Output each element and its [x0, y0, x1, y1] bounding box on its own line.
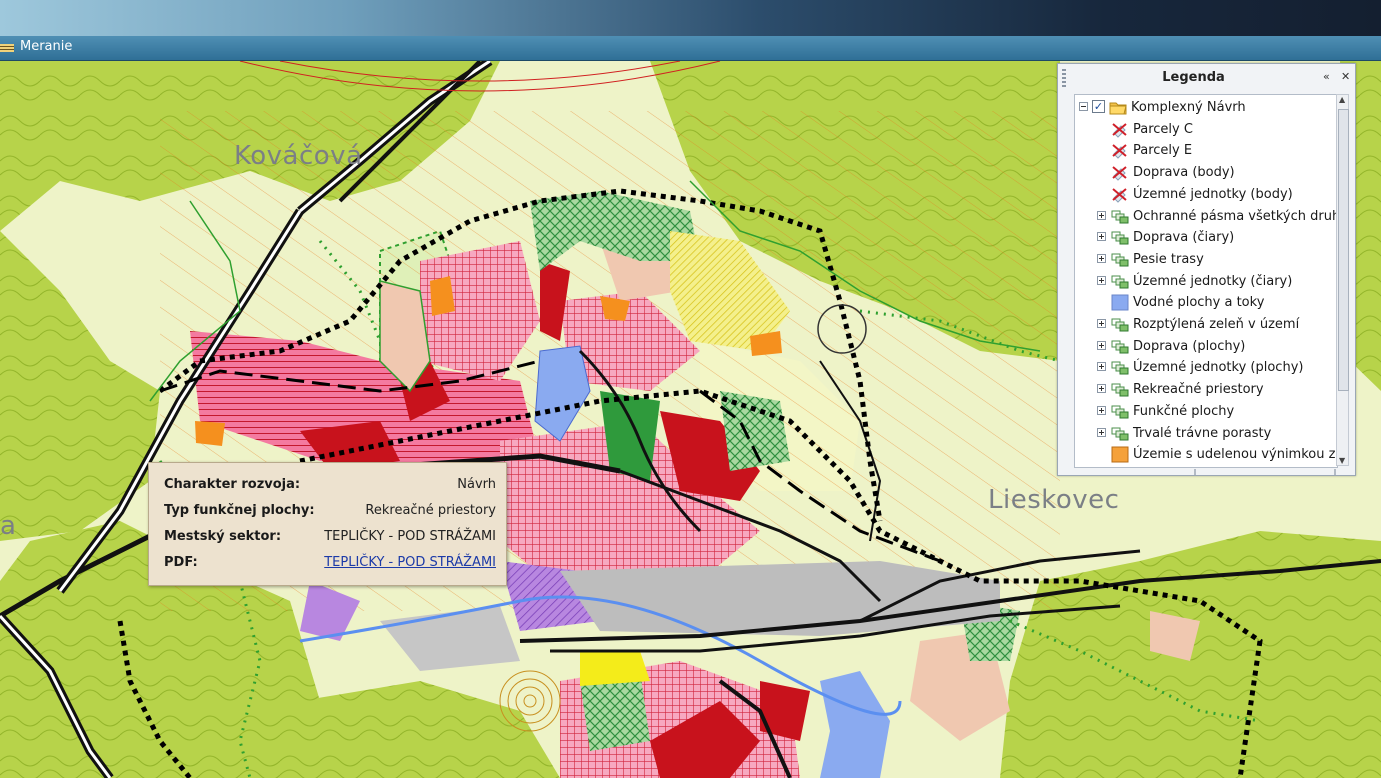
legend-item[interactable]: Vodné plochy a toky [1075, 292, 1337, 313]
expand-toggle-icon[interactable] [1097, 340, 1106, 350]
pdf-link[interactable]: TEPLIČKY - POD STRÁŽAMI [324, 555, 496, 570]
legend-scrollbar[interactable]: ▲ ▼ [1336, 94, 1349, 466]
expand-toggle-icon[interactable] [1097, 362, 1106, 372]
folder-icon [1109, 99, 1127, 116]
legend-item[interactable]: Ochranné pásma všetkých druhov [1075, 206, 1337, 227]
legend-item-label: Parcely C [1133, 121, 1193, 137]
legend-item[interactable]: ✓ Komplexný Návrh [1075, 97, 1337, 118]
legend-item-label: Územné jednotky (plochy) [1133, 360, 1304, 376]
layer-group-icon [1111, 251, 1129, 268]
popup-label: Charakter rozvoja: [164, 477, 301, 492]
legend-item-label: Trvalé trávne porasty [1133, 425, 1272, 441]
water-swatch-icon [1111, 294, 1129, 311]
expand-toggle-icon[interactable] [1097, 405, 1106, 415]
popup-value: Rekreačné priestory [365, 503, 496, 518]
checkbox-icon[interactable]: ✓ [1092, 100, 1105, 113]
legend-item-label: Doprava (body) [1133, 165, 1235, 181]
legend-item[interactable]: Pesie trasy [1075, 249, 1337, 270]
popup-row-development: Charakter rozvoja: Návrh [164, 477, 496, 495]
feature-info-popup: Charakter rozvoja: Návrh Typ funkčnej pl… [148, 462, 507, 586]
legend-item[interactable]: Parcely C [1075, 119, 1337, 140]
layer-disabled-icon [1111, 164, 1129, 181]
expand-toggle-icon[interactable] [1097, 319, 1106, 328]
legend-header[interactable]: Legenda « ✕ [1058, 64, 1355, 92]
expand-toggle-icon[interactable] [1097, 253, 1106, 263]
legend-item[interactable]: Rozptýlená zeleň v území [1075, 314, 1337, 335]
legend-item-label: Komplexný Návrh [1131, 100, 1246, 115]
scrollbar-thumb[interactable] [1338, 109, 1349, 391]
legend-item-label: Ochranné pásma všetkých druhov [1133, 208, 1338, 224]
measure-window-titlebar[interactable]: Meranie [0, 36, 1381, 61]
legend-item-label: Rekreačné priestory [1133, 382, 1264, 398]
legend-item[interactable]: Doprava (čiary) [1075, 227, 1337, 248]
legend-item-label: Územné jednotky (body) [1133, 186, 1293, 202]
town-label-partial: a [0, 511, 17, 541]
legend-item-label: Parcely E [1133, 143, 1193, 159]
legend-item[interactable]: Parcely E [1075, 140, 1337, 161]
close-icon[interactable]: ✕ [1341, 70, 1350, 83]
exception-swatch-icon [1111, 446, 1129, 463]
scroll-down-icon[interactable]: ▼ [1339, 456, 1345, 465]
layer-group-icon [1111, 229, 1129, 246]
legend-item[interactable]: Územné jednotky (čiary) [1075, 271, 1337, 292]
layer-group-icon [1111, 381, 1129, 398]
popup-row-pdf: PDF: TEPLIČKY - POD STRÁŽAMI [164, 555, 496, 573]
layer-disabled-icon [1111, 121, 1129, 138]
legend-item-label: Územie s udelenou výnimkou z uzávery [1133, 447, 1337, 463]
legend-panel: Legenda « ✕ ✓ Komplexný Návrh Parcely C Par… [1057, 63, 1356, 476]
legend-item-label: Doprava (plochy) [1133, 338, 1246, 354]
layer-disabled-icon [1111, 186, 1129, 203]
popup-row-sector: Mestský sektor: TEPLIČKY - POD STRÁŽAMI [164, 529, 496, 547]
popup-value: Návrh [457, 477, 496, 492]
expand-toggle-icon[interactable] [1097, 427, 1106, 437]
ruler-icon [0, 44, 14, 52]
legend-item-label: Pesie trasy [1133, 251, 1204, 267]
collapse-toggle-icon[interactable] [1079, 102, 1088, 111]
layer-group-icon [1111, 359, 1129, 376]
window-title: Meranie [20, 39, 73, 54]
expand-toggle-icon[interactable] [1097, 384, 1106, 394]
town-label-kovacova: Kováčová [234, 141, 363, 171]
expand-toggle-icon[interactable] [1097, 232, 1106, 242]
legend-title: Legenda [1162, 70, 1225, 85]
expand-toggle-icon[interactable] [1097, 210, 1106, 220]
legend-item[interactable]: Doprava (plochy) [1075, 336, 1337, 357]
legend-item[interactable]: Rekreačné priestory [1075, 379, 1337, 400]
layer-disabled-icon [1111, 142, 1129, 160]
popup-label: PDF: [164, 555, 198, 570]
collapse-icon[interactable]: « [1323, 70, 1330, 83]
legend-item[interactable]: Územie s udelenou výnimkou z uzávery [1075, 444, 1337, 465]
desktop-top-bar [0, 0, 1381, 36]
legend-tree[interactable]: ✓ Komplexný Návrh Parcely C Parcely E Doprav… [1074, 94, 1338, 468]
legend-item-label: Doprava (čiary) [1133, 230, 1235, 246]
layer-group-icon [1111, 403, 1129, 420]
legend-item[interactable]: Trvalé trávne porasty [1075, 423, 1337, 444]
layer-group-icon [1111, 316, 1129, 333]
layer-group-icon [1111, 273, 1129, 290]
legend-item-label: Územné jednotky (čiary) [1133, 273, 1293, 289]
legend-item[interactable]: Doprava (body) [1075, 162, 1337, 183]
layer-group-icon [1111, 208, 1129, 225]
legend-item[interactable]: Funkčné plochy [1075, 401, 1337, 422]
legend-item[interactable]: Územné jednotky (plochy) [1075, 357, 1337, 378]
legend-item-label: Rozptýlená zeleň v území [1133, 317, 1300, 332]
resize-handle[interactable] [1058, 469, 1355, 475]
popup-row-area-type: Typ funkčnej plochy: Rekreačné priestory [164, 503, 496, 521]
legend-item-label: Funkčné plochy [1133, 403, 1235, 419]
expand-toggle-icon[interactable] [1097, 275, 1106, 285]
town-label-lieskovec: Lieskovec [988, 485, 1120, 515]
popup-label: Mestský sektor: [164, 529, 282, 544]
legend-item-label: Vodné plochy a toky [1133, 295, 1265, 311]
legend-item[interactable]: Územné jednotky (body) [1075, 184, 1337, 205]
popup-label: Typ funkčnej plochy: [164, 503, 315, 518]
popup-value: TEPLIČKY - POD STRÁŽAMI [324, 529, 496, 544]
scroll-up-icon[interactable]: ▲ [1339, 95, 1345, 104]
layer-group-icon [1111, 338, 1129, 355]
layer-group-icon [1111, 425, 1129, 442]
